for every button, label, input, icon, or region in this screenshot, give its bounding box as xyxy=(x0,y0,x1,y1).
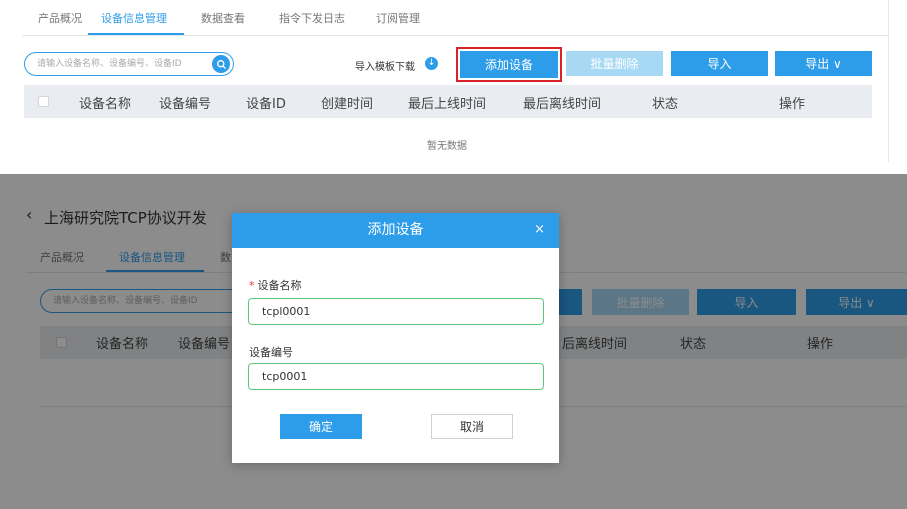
close-icon[interactable]: × xyxy=(534,222,545,238)
col-device-number[interactable]: 设备编号 xyxy=(159,93,211,112)
empty-state-text: 暂无数据 xyxy=(427,141,467,152)
template-download-link[interactable]: 导入模板下载 xyxy=(355,58,415,73)
device-number-label: 设备编号 xyxy=(249,346,293,359)
add-device-dialog-screen: ‹ 上海研究院TCP协议开发 产品概况 设备信息管理 数 批量删除 导入 导出 … xyxy=(0,174,907,509)
search-input[interactable] xyxy=(37,53,197,75)
device-management-panel: 产品概况 设备信息管理 数据查看 指令下发日志 订阅管理 导入模板下载 ↓ 添加… xyxy=(0,0,907,162)
highlight-box xyxy=(456,47,562,82)
search-icon xyxy=(216,59,226,69)
tab-data-view[interactable]: 数据查看 xyxy=(201,10,245,26)
panel-divider xyxy=(888,0,889,162)
cancel-button[interactable]: 取消 xyxy=(431,414,513,439)
device-name-field[interactable] xyxy=(248,298,544,325)
add-device-modal: 添加设备 × *设备名称 设备编号 确定 取消 xyxy=(232,213,559,463)
device-name-input[interactable] xyxy=(262,299,532,324)
col-device-name[interactable]: 设备名称 xyxy=(79,93,131,112)
col-status[interactable]: 状态 xyxy=(652,93,678,112)
import-button[interactable]: 导入 xyxy=(671,51,768,76)
tab-device-info[interactable]: 设备信息管理 xyxy=(101,10,167,26)
required-asterisk: * xyxy=(249,279,255,292)
search-box[interactable] xyxy=(24,52,234,76)
tab-command-log[interactable]: 指令下发日志 xyxy=(279,10,345,26)
device-number-input[interactable] xyxy=(262,364,532,389)
tab-subscription[interactable]: 订阅管理 xyxy=(376,10,420,26)
download-icon[interactable]: ↓ xyxy=(425,57,438,70)
select-all-checkbox[interactable] xyxy=(38,96,49,107)
modal-title: 添加设备 xyxy=(367,222,424,238)
export-button[interactable]: 导出 ∨ xyxy=(775,51,872,76)
device-number-field[interactable] xyxy=(248,363,544,390)
search-button[interactable] xyxy=(212,55,230,73)
col-actions[interactable]: 操作 xyxy=(779,93,805,112)
batch-delete-button[interactable]: 批量删除 xyxy=(566,51,663,76)
confirm-button[interactable]: 确定 xyxy=(280,414,362,439)
device-name-label-text: 设备名称 xyxy=(257,279,302,292)
tabs-divider xyxy=(22,35,888,36)
col-last-online[interactable]: 最后上线时间 xyxy=(408,93,486,112)
col-device-id[interactable]: 设备ID xyxy=(246,93,286,112)
col-created-time[interactable]: 创建时间 xyxy=(321,93,373,112)
col-last-offline[interactable]: 最后离线时间 xyxy=(523,93,601,112)
device-name-label: * 设备名称 xyxy=(249,277,302,293)
tab-product-overview[interactable]: 产品概况 xyxy=(38,10,82,26)
